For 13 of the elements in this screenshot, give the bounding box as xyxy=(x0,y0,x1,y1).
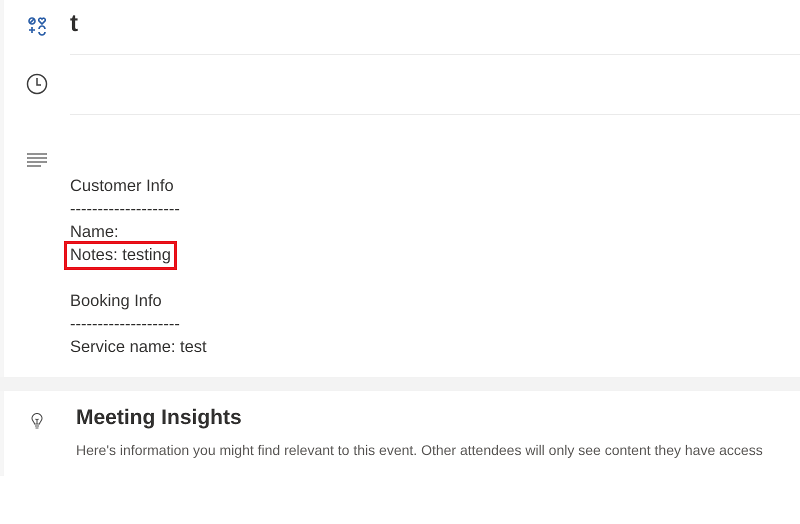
insights-title: Meeting Insights xyxy=(76,406,242,430)
dashed-rule-text: -------------------- xyxy=(70,199,180,220)
note-line: Name: xyxy=(69,222,120,243)
section-heading: Customer Info xyxy=(70,176,174,197)
section-heading: Booking Info xyxy=(70,291,162,312)
categorize-icon[interactable] xyxy=(27,16,47,36)
note-line: Service name: test xyxy=(69,337,208,358)
dashed-rule-text: -------------------- xyxy=(70,314,180,335)
lightbulb-icon xyxy=(31,413,43,429)
notes-icon xyxy=(27,153,47,167)
clock-icon xyxy=(26,73,48,95)
event-title: t xyxy=(70,9,78,38)
insights-description: Here's information you might find relevant to this event. Other attendees will only see content they have access xyxy=(76,442,763,458)
